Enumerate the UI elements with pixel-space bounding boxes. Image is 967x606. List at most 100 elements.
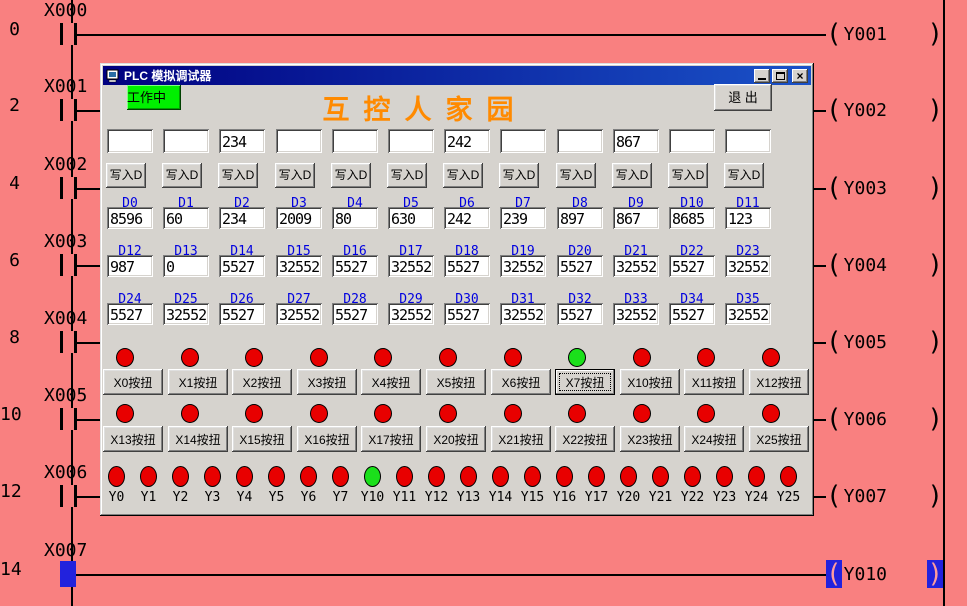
- led-Y25: [780, 466, 797, 487]
- coil-symbol[interactable]: (Y001): [826, 19, 943, 49]
- coil-symbol[interactable]: (Y002): [826, 95, 943, 125]
- coil-close-paren: ): [927, 174, 943, 202]
- led-X15按扭: [245, 404, 263, 423]
- write-button-2[interactable]: 写入D: [218, 163, 258, 188]
- label-Y7: Y7: [324, 490, 357, 505]
- button-X14按扭[interactable]: X14按扭: [168, 426, 228, 452]
- button-X0按扭[interactable]: X0按扭: [103, 369, 163, 395]
- button-X24按扭[interactable]: X24按扭: [684, 426, 744, 452]
- write-button-0[interactable]: 写入D: [106, 163, 146, 188]
- coil-symbol[interactable]: (Y010): [826, 559, 943, 589]
- ladder-right-rail: [943, 0, 945, 606]
- coil-symbol[interactable]: (Y007): [826, 481, 943, 511]
- register-value-D15: 32552: [276, 255, 322, 277]
- coil-symbol[interactable]: (Y004): [826, 250, 943, 280]
- register-value-D17: 32552: [388, 255, 434, 277]
- button-X6按扭[interactable]: X6按扭: [491, 369, 551, 395]
- rung-number: 6: [0, 250, 20, 271]
- button-X15按扭[interactable]: X15按扭: [232, 426, 292, 452]
- register-value-D20: 5527: [557, 255, 603, 277]
- write-input-0[interactable]: [107, 129, 153, 153]
- led-X20按扭: [439, 404, 457, 423]
- write-input-7[interactable]: [500, 129, 546, 153]
- button-X20按扭[interactable]: X20按扭: [426, 426, 486, 452]
- led-Y3: [204, 466, 221, 487]
- coil-symbol[interactable]: (Y003): [826, 173, 943, 203]
- write-button-6[interactable]: 写入D: [443, 163, 483, 188]
- rung-number: 2: [0, 95, 20, 116]
- led-Y21: [652, 466, 669, 487]
- contact-symbol[interactable]: [60, 331, 77, 353]
- button-X4按扭[interactable]: X4按扭: [361, 369, 421, 395]
- button-X12按扭[interactable]: X12按扭: [749, 369, 809, 395]
- write-input-1[interactable]: [163, 129, 209, 153]
- register-value-D32: 5527: [557, 303, 603, 325]
- write-button-7[interactable]: 写入D: [499, 163, 539, 188]
- label-Y2: Y2: [164, 490, 197, 505]
- write-button-1[interactable]: 写入D: [162, 163, 202, 188]
- coil-symbol[interactable]: (Y006): [826, 404, 943, 434]
- write-button-9[interactable]: 写入D: [612, 163, 652, 188]
- led-Y17: [588, 466, 605, 487]
- contact-symbol[interactable]: [60, 23, 77, 45]
- button-X2按扭[interactable]: X2按扭: [232, 369, 292, 395]
- coil-label: Y010: [844, 564, 928, 585]
- register-value-D1: 60: [163, 207, 209, 229]
- coil-close-paren: ): [927, 328, 943, 356]
- write-button-5[interactable]: 写入D: [387, 163, 427, 188]
- write-button-3[interactable]: 写入D: [275, 163, 315, 188]
- contact-symbol[interactable]: [60, 485, 77, 507]
- label-Y5: Y5: [260, 490, 293, 505]
- label-Y25: Y25: [772, 490, 805, 505]
- contact-symbol[interactable]: [60, 408, 77, 430]
- led-Y15: [524, 466, 541, 487]
- rung-number: 0: [0, 19, 20, 40]
- write-input-5[interactable]: [388, 129, 434, 153]
- button-X25按扭[interactable]: X25按扭: [749, 426, 809, 452]
- button-X22按扭[interactable]: X22按扭: [555, 426, 615, 452]
- button-X11按扭[interactable]: X11按扭: [684, 369, 744, 395]
- led-X3按扭: [310, 348, 328, 367]
- label-Y3: Y3: [196, 490, 229, 505]
- button-X3按扭[interactable]: X3按扭: [297, 369, 357, 395]
- write-button-11[interactable]: 写入D: [724, 163, 764, 188]
- contact-symbol[interactable]: [60, 177, 77, 199]
- button-X7按扭[interactable]: X7按扭: [555, 369, 615, 395]
- button-X17按扭[interactable]: X17按扭: [361, 426, 421, 452]
- write-button-4[interactable]: 写入D: [331, 163, 371, 188]
- button-X1按扭[interactable]: X1按扭: [168, 369, 228, 395]
- contact-selected[interactable]: [60, 561, 76, 587]
- button-X5按扭[interactable]: X5按扭: [426, 369, 486, 395]
- register-value-D14: 5527: [219, 255, 265, 277]
- plc-simulator-window: PLC 模拟调试器 × 工作中 互控人家园 退 出 写入D写入D写入D写入D写入…: [100, 63, 814, 516]
- write-input-3[interactable]: [276, 129, 322, 153]
- coil-symbol[interactable]: (Y005): [826, 327, 943, 357]
- led-Y1: [140, 466, 157, 487]
- label-Y0: Y0: [100, 490, 133, 505]
- coil-open-paren: (: [826, 482, 842, 510]
- contact-label: X004: [44, 308, 87, 329]
- button-X21按扭[interactable]: X21按扭: [491, 426, 551, 452]
- contact-symbol[interactable]: [60, 254, 77, 276]
- write-input-6[interactable]: [444, 129, 490, 153]
- write-input-11[interactable]: [725, 129, 771, 153]
- coil-open-paren: (: [826, 20, 842, 48]
- register-value-D6: 242: [444, 207, 490, 229]
- button-X10按扭[interactable]: X10按扭: [620, 369, 680, 395]
- write-button-10[interactable]: 写入D: [668, 163, 708, 188]
- button-X23按扭[interactable]: X23按扭: [620, 426, 680, 452]
- register-value-D18: 5527: [444, 255, 490, 277]
- led-X2按扭: [245, 348, 263, 367]
- write-input-2[interactable]: [219, 129, 265, 153]
- led-Y11: [396, 466, 413, 487]
- write-input-9[interactable]: [613, 129, 659, 153]
- write-input-8[interactable]: [557, 129, 603, 153]
- write-input-10[interactable]: [669, 129, 715, 153]
- write-button-8[interactable]: 写入D: [556, 163, 596, 188]
- write-input-4[interactable]: [332, 129, 378, 153]
- led-Y6: [300, 466, 317, 487]
- contact-symbol[interactable]: [60, 99, 77, 121]
- register-value-D13: 0: [163, 255, 209, 277]
- button-X16按扭[interactable]: X16按扭: [297, 426, 357, 452]
- button-X13按扭[interactable]: X13按扭: [103, 426, 163, 452]
